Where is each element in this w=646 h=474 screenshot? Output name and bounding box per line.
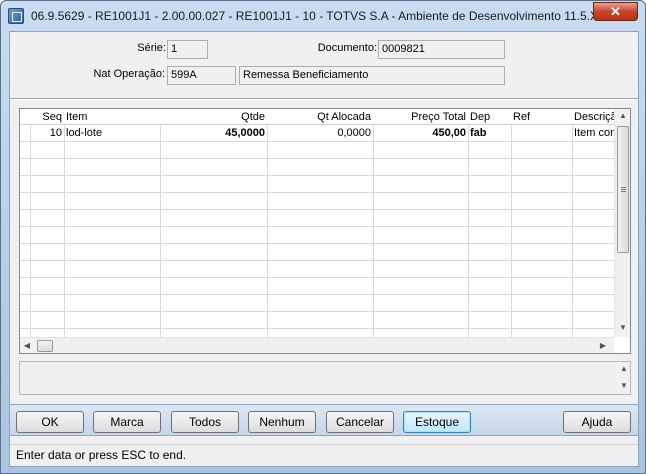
header-separator — [10, 98, 638, 100]
scroll-up-icon[interactable]: ▲ — [615, 111, 631, 120]
cell-preco-total[interactable]: 450,00 — [373, 125, 468, 142]
nat-operacao-code-field[interactable]: 599A — [167, 66, 236, 85]
cancelar-button[interactable]: Cancelar — [326, 411, 394, 433]
cell-qt-alocada[interactable]: 0,0000 — [267, 125, 373, 142]
grid-header: Seq Item Qtde Qt Alocada Preço Total Dep… — [20, 109, 614, 125]
dialog-body: Série: 1 Documento: 0009821 Nat Operação… — [9, 31, 639, 467]
documento-label: Documento: — [317, 42, 377, 54]
scroll-right-icon[interactable]: ▶ — [596, 341, 610, 350]
table-row[interactable] — [20, 142, 614, 159]
cell-descricao[interactable]: Item con — [572, 125, 614, 142]
table-row[interactable] — [20, 210, 614, 227]
grip-line — [621, 189, 626, 190]
todos-button[interactable]: Todos — [171, 411, 239, 433]
close-button[interactable]: ✕ — [593, 2, 638, 21]
scroll-left-icon[interactable]: ◀ — [20, 341, 34, 350]
window-title: 06.9.5629 - RE1001J1 - 2.00.00.027 - RE1… — [31, 9, 612, 23]
marca-button[interactable]: Marca — [93, 411, 161, 433]
cell-qtde[interactable]: 45,0000 — [160, 125, 267, 142]
cell-dep[interactable]: fab — [468, 125, 511, 142]
ok-button[interactable]: OK — [16, 411, 84, 433]
table-row[interactable]: 10 lod-lote 45,0000 0,0000 450,00 fab It… — [20, 125, 614, 142]
table-row[interactable] — [20, 193, 614, 210]
scroll-down-icon[interactable]: ▼ — [616, 381, 632, 390]
column-header-seq[interactable]: Seq — [30, 109, 64, 125]
column-header-qtde[interactable]: Qtde — [160, 109, 267, 125]
cell-ref[interactable] — [511, 125, 572, 142]
grid-horizontal-scrollbar[interactable]: ◀ ▶ — [20, 337, 614, 353]
nat-operacao-description-field: Remessa Beneficiamento — [239, 66, 505, 85]
app-icon — [8, 8, 24, 24]
table-row[interactable] — [20, 244, 614, 261]
status-bar: Enter data or press ESC to end. — [10, 444, 638, 466]
header-panel: Série: 1 Documento: 0009821 Nat Operação… — [15, 34, 635, 96]
items-grid[interactable]: Seq Item Qtde Qt Alocada Preço Total Dep… — [19, 108, 631, 354]
cell-item[interactable]: lod-lote — [64, 125, 160, 142]
vertical-scroll-thumb[interactable] — [617, 126, 629, 253]
table-row[interactable] — [20, 261, 614, 278]
horizontal-scroll-thumb[interactable] — [37, 340, 53, 352]
serie-label: Série: — [137, 42, 166, 54]
scroll-up-icon[interactable]: ▲ — [616, 364, 632, 373]
table-row[interactable] — [20, 295, 614, 312]
table-row[interactable] — [20, 159, 614, 176]
nenhum-button[interactable]: Nenhum — [248, 411, 316, 433]
column-header-dep[interactable]: Dep — [468, 109, 511, 125]
serie-field[interactable]: 1 — [167, 40, 208, 59]
application-window: 06.9.5629 - RE1001J1 - 2.00.00.027 - RE1… — [0, 0, 646, 474]
table-row[interactable] — [20, 312, 614, 329]
grip-line — [621, 191, 626, 192]
ajuda-button[interactable]: Ajuda — [563, 411, 631, 433]
column-header-indicator[interactable] — [20, 109, 30, 125]
cell-seq[interactable]: 10 — [30, 125, 64, 142]
column-header-preco-total[interactable]: Preço Total — [373, 109, 468, 125]
column-header-qt-alocada[interactable]: Qt Alocada — [267, 109, 373, 125]
detail-panel[interactable]: ▲ ▼ — [19, 361, 631, 395]
estoque-button[interactable]: Estoque — [403, 411, 471, 433]
nat-operacao-label: Nat Operação: — [93, 68, 165, 80]
scroll-down-icon[interactable]: ▼ — [615, 323, 631, 332]
grip-line — [621, 187, 626, 188]
table-row[interactable] — [20, 176, 614, 193]
documento-field[interactable]: 0009821 — [378, 40, 505, 59]
column-header-item[interactable]: Item — [64, 109, 160, 125]
column-header-descricao[interactable]: Descriçã — [572, 109, 614, 125]
column-header-ref[interactable]: Ref — [511, 109, 572, 125]
title-bar[interactable]: 06.9.5629 - RE1001J1 - 2.00.00.027 - RE1… — [1, 1, 645, 31]
table-row[interactable] — [20, 278, 614, 295]
table-row[interactable] — [20, 227, 614, 244]
button-bar: OK Marca Todos Nenhum Cancelar Estoque A… — [10, 404, 638, 436]
grid-rows: 10 lod-lote 45,0000 0,0000 450,00 fab It… — [20, 125, 614, 337]
grid-vertical-scrollbar[interactable]: ▲ ▼ — [614, 109, 630, 337]
